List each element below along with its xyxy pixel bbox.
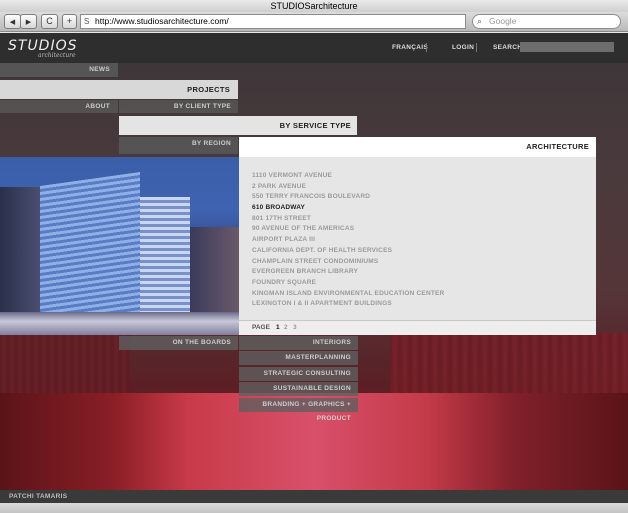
list-item[interactable]: CALIFORNIA DEPT. OF HEALTH SERVICES bbox=[252, 246, 444, 257]
address-bar[interactable]: Shttp://www.studiosarchitecture.com/ bbox=[80, 14, 466, 29]
nav-by-region[interactable]: BY REGION bbox=[119, 137, 238, 154]
project-list-panel: 1110 VERMONT AVENUE 2 PARK AVENUE 550 TE… bbox=[239, 157, 596, 320]
list-item[interactable]: 2 PARK AVENUE bbox=[252, 182, 444, 193]
search-placeholder: Google bbox=[489, 16, 517, 26]
site-search-input[interactable] bbox=[520, 42, 614, 52]
site-logo-sub: architecture bbox=[38, 52, 76, 59]
browser-window: STUDIOSarchitecture ◀ ▶ C + Shttp://www.… bbox=[0, 0, 628, 513]
service-interiors[interactable]: INTERIORS bbox=[239, 336, 358, 350]
add-bookmark-button[interactable]: + bbox=[62, 14, 77, 29]
service-branding[interactable]: BRANDING + GRAPHICS + PRODUCT bbox=[239, 398, 358, 422]
service-sustainable-design[interactable]: SUSTAINABLE DESIGN bbox=[239, 382, 358, 396]
list-item[interactable]: EVERGREEN BRANCH LIBRARY bbox=[252, 267, 444, 278]
list-item[interactable]: LEXINGTON I & II APARTMENT BUILDINGS bbox=[252, 299, 444, 310]
login-link[interactable]: LOGIN bbox=[452, 44, 474, 51]
webpage: STUDIOS architecture FRANÇAIS LOGIN SEAR… bbox=[0, 33, 628, 503]
page-link-2[interactable]: 2 bbox=[284, 321, 288, 335]
nav-about[interactable]: ABOUT bbox=[0, 100, 118, 113]
back-button[interactable]: ◀ bbox=[4, 14, 21, 29]
list-item[interactable]: FOUNDRY SQUARE bbox=[252, 278, 444, 289]
list-item[interactable]: CHAMPLAIN STREET CONDOMINIUMS bbox=[252, 257, 444, 268]
photo-credit: PATCHI TAMARIS bbox=[0, 490, 628, 503]
browser-search-field[interactable]: ⌕ Google bbox=[472, 14, 621, 29]
list-item[interactable]: KINGMAN ISLAND ENVIRONMENTAL EDUCATION C… bbox=[252, 289, 444, 300]
reload-button[interactable]: C bbox=[41, 14, 58, 29]
photo-glass-tower bbox=[40, 171, 140, 335]
plus-icon: + bbox=[66, 16, 73, 26]
list-item[interactable]: 90 AVENUE OF THE AMERICAS bbox=[252, 224, 444, 235]
nav-by-service-type[interactable]: BY SERVICE TYPE bbox=[119, 116, 357, 135]
forward-icon: ▶ bbox=[25, 19, 32, 26]
browser-status-bar bbox=[0, 503, 628, 513]
project-photo bbox=[0, 157, 239, 335]
pagination: PAGE 1 2 3 bbox=[239, 320, 596, 335]
nav-news[interactable]: NEWS bbox=[0, 63, 118, 77]
browser-toolbar: ◀ ▶ C + Shttp://www.studiosarchitecture.… bbox=[0, 12, 628, 32]
service-strategic-consulting[interactable]: STRATEGIC CONSULTING bbox=[239, 367, 358, 381]
url-text: http://www.studiosarchitecture.com/ bbox=[95, 16, 229, 26]
search-label: SEARCH bbox=[493, 44, 523, 51]
nav-on-the-boards[interactable]: ON THE BOARDS bbox=[119, 336, 238, 350]
page-link-1[interactable]: 1 bbox=[276, 321, 280, 335]
service-masterplanning[interactable]: MASTERPLANNING bbox=[239, 351, 358, 365]
list-item[interactable]: AIRPORT PLAZA III bbox=[252, 235, 444, 246]
list-item-selected[interactable]: 610 BROADWAY bbox=[252, 203, 444, 214]
list-item[interactable]: 550 TERRY FRANCOIS BOULEVARD bbox=[252, 192, 444, 203]
site-icon: S bbox=[84, 17, 90, 26]
divider bbox=[476, 43, 477, 52]
project-list: 1110 VERMONT AVENUE 2 PARK AVENUE 550 TE… bbox=[252, 171, 444, 310]
site-header: STUDIOS architecture FRANÇAIS LOGIN SEAR… bbox=[0, 33, 628, 63]
pagination-label: PAGE bbox=[252, 324, 270, 331]
list-item[interactable]: 801 17TH STREET bbox=[252, 214, 444, 225]
list-item[interactable]: 1110 VERMONT AVENUE bbox=[252, 171, 444, 182]
francais-link[interactable]: FRANÇAIS bbox=[392, 44, 428, 51]
nav-by-client-type[interactable]: BY CLIENT TYPE bbox=[119, 100, 238, 113]
forward-button[interactable]: ▶ bbox=[20, 14, 37, 29]
back-icon: ◀ bbox=[9, 19, 16, 26]
search-icon: ⌕ bbox=[477, 16, 483, 26]
service-architecture-header[interactable]: ARCHITECTURE bbox=[239, 137, 596, 157]
reload-icon: C bbox=[46, 16, 53, 26]
page-link-3[interactable]: 3 bbox=[293, 321, 297, 335]
divider bbox=[426, 43, 427, 52]
window-title: STUDIOSarchitecture bbox=[0, 0, 628, 12]
photo-street bbox=[0, 312, 239, 335]
nav-projects[interactable]: PROJECTS bbox=[0, 80, 238, 99]
